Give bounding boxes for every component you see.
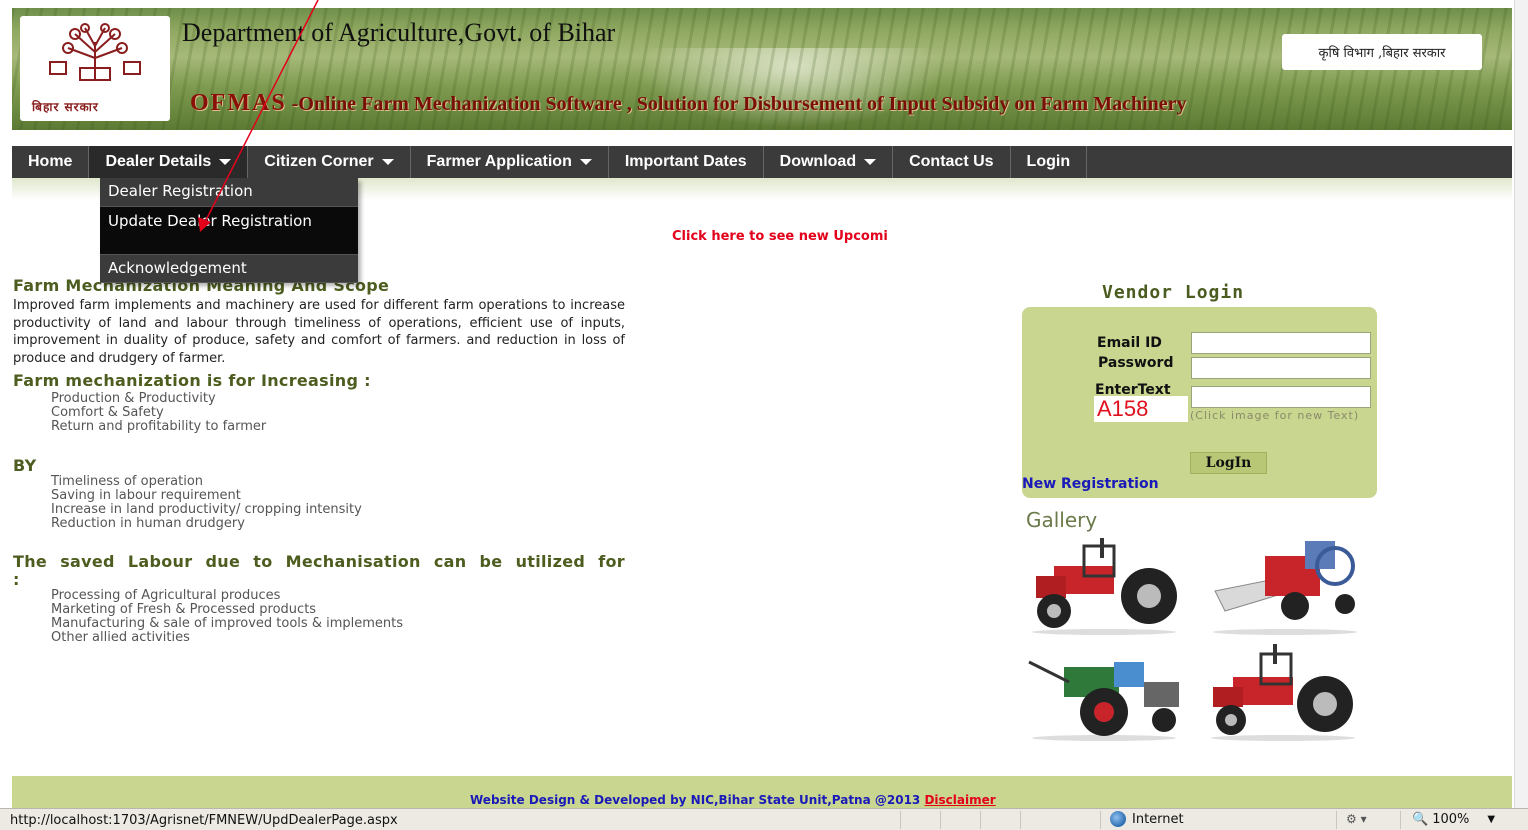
nav-label: Contact Us — [909, 153, 994, 170]
upcoming-notice-link[interactable]: Click here to see new Upcomi — [672, 229, 888, 244]
zoom-control[interactable]: 🔍 100% ▼ — [1412, 812, 1495, 827]
red-tractor-icon[interactable] — [1024, 536, 1184, 636]
nav-dealer-details[interactable]: Dealer Details — [89, 146, 249, 178]
nav-important-dates[interactable]: Important Dates — [609, 146, 764, 178]
tree-logo-icon — [49, 23, 141, 81]
saved-labour-list: Processing of Agricultural produces Mark… — [13, 589, 625, 645]
harvester-icon[interactable] — [1205, 536, 1365, 636]
logo-caption: बिहार सरकार — [32, 100, 99, 114]
red-tractor-icon[interactable] — [1203, 642, 1363, 742]
scope-paragraph: Improved farm implements and machinery a… — [13, 298, 625, 366]
dealer-details-dropdown: Dealer Registration Update Dealer Regist… — [100, 178, 358, 283]
saved-labour-heading: The saved Labour due to Mechanisation ca… — [13, 552, 625, 590]
menu-item-update-dealer-registration[interactable]: Update Dealer Registration — [100, 207, 358, 255]
nav-label: Farmer Application — [426, 153, 572, 170]
main-content: Farm Mechanization Meaning And Scope Imp… — [13, 276, 625, 645]
hindi-title: कृषि विभाग ,बिहार सरकार — [1282, 34, 1482, 70]
new-registration-link[interactable]: New Registration — [1022, 476, 1159, 492]
statusbar-divider — [1100, 811, 1101, 829]
main-nav: Home Dealer Details Citizen Corner Farme… — [12, 146, 1512, 178]
increasing-list: Production & Productivity Comfort & Safe… — [13, 392, 625, 434]
caret-down-icon — [864, 159, 877, 165]
department-title: Department of Agriculture,Govt. of Bihar — [182, 18, 616, 47]
statusbar-divider — [980, 811, 981, 829]
footer-credit-text: Website Design & Developed by NIC,Bihar … — [470, 793, 925, 807]
caret-down-icon — [219, 159, 232, 165]
nav-label: Dealer Details — [105, 153, 212, 170]
magnifier-icon: 🔍 — [1412, 812, 1429, 827]
list-item: Return and profitability to farmer — [51, 419, 267, 435]
browser-statusbar: http://localhost:1703/Agrisnet/FMNEW/Upd… — [0, 808, 1528, 830]
nav-download[interactable]: Download — [764, 146, 894, 178]
nav-contact-us[interactable]: Contact Us — [893, 146, 1011, 178]
gallery-title: Gallery — [1026, 508, 1098, 532]
login-button[interactable]: LogIn — [1190, 452, 1267, 474]
vendor-login-title: Vendor Login — [1102, 282, 1245, 303]
list-item: Processing of Agricultural produces — [51, 588, 281, 604]
password-label: Password — [1098, 355, 1174, 371]
header-banner: बिहार सरकार Department of Agriculture,Go… — [12, 8, 1512, 130]
list-item: Comfort & Safety — [51, 405, 164, 421]
caret-down-icon — [579, 159, 592, 165]
bihar-govt-logo: बिहार सरकार — [20, 16, 170, 121]
list-item: Timeliness of operation — [51, 474, 204, 490]
chevron-down-icon: ▼ — [1487, 814, 1496, 825]
statusbar-divider — [1020, 811, 1021, 829]
captcha-input[interactable] — [1191, 386, 1371, 408]
statusbar-divider — [940, 811, 941, 829]
globe-icon — [1110, 811, 1126, 827]
caret-down-icon — [381, 159, 394, 165]
nav-login[interactable]: Login — [1011, 146, 1088, 178]
menu-item-acknowledgement[interactable]: Acknowledgement — [100, 255, 358, 283]
list-item: Saving in labour requirement — [51, 488, 241, 504]
footer-credit: Website Design & Developed by NIC,Bihar … — [470, 793, 996, 807]
ofmas-acronym: OFMAS — [190, 90, 287, 116]
statusbar-divider — [1336, 811, 1337, 829]
security-zone[interactable]: Internet — [1110, 811, 1184, 827]
list-item: Reduction in human drudgery — [51, 516, 245, 532]
email-label: Email ID — [1097, 335, 1162, 351]
nav-home[interactable]: Home — [12, 146, 90, 178]
list-item: Marketing of Fresh & Processed products — [51, 602, 317, 618]
menu-item-dealer-registration[interactable]: Dealer Registration — [100, 178, 358, 207]
nav-label: Citizen Corner — [264, 153, 374, 170]
list-item: Production & Productivity — [51, 391, 216, 407]
by-list: Timeliness of operation Saving in labour… — [13, 475, 625, 531]
disclaimer-link[interactable]: Disclaimer — [924, 793, 995, 807]
ofmas-tagline: OFMAS -Online Farm Mechanization Softwar… — [190, 90, 1187, 117]
captcha-image[interactable]: A158 — [1094, 396, 1188, 422]
status-url: http://localhost:1703/Agrisnet/FMNEW/Upd… — [10, 813, 398, 828]
power-tiller-icon[interactable] — [1024, 642, 1184, 742]
nav-citizen-corner[interactable]: Citizen Corner — [248, 146, 411, 178]
by-heading: BY — [13, 456, 37, 476]
increasing-heading: Farm mechanization is for Increasing : — [13, 371, 371, 391]
statusbar-divider — [1400, 811, 1401, 829]
nav-label: Important Dates — [624, 153, 747, 170]
email-field[interactable] — [1191, 332, 1371, 354]
protected-mode-icon[interactable]: ⚙ ▾ — [1346, 812, 1367, 826]
nav-label: Login — [1026, 153, 1071, 170]
captcha-hint: (Click image for new Text) — [1190, 409, 1360, 422]
list-item: Other allied activities — [51, 630, 190, 646]
vertical-scrollbar[interactable] — [1514, 0, 1528, 808]
list-item: Increase in land productivity/ cropping … — [51, 502, 362, 518]
page: बिहार सरकार Department of Agriculture,Go… — [0, 0, 1528, 830]
password-field[interactable] — [1191, 357, 1371, 379]
nav-label: Home — [28, 153, 73, 170]
nav-label: Download — [779, 153, 857, 170]
banner-spacer — [12, 130, 1512, 146]
zone-label: Internet — [1132, 811, 1184, 827]
statusbar-divider — [900, 811, 901, 829]
list-item: Manufacturing & sale of improved tools &… — [51, 616, 403, 632]
ofmas-description: -Online Farm Mechanization Software , So… — [286, 93, 1187, 115]
zoom-level: 100% — [1432, 812, 1470, 827]
nav-farmer-application[interactable]: Farmer Application — [411, 146, 609, 178]
